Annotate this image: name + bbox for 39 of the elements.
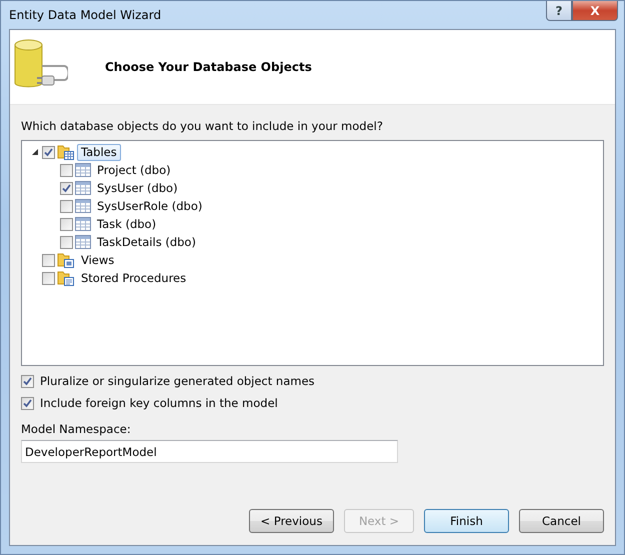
tree-item[interactable]: TaskDetails (dbo) xyxy=(93,234,200,250)
close-button[interactable]: X xyxy=(572,1,618,21)
checkbox[interactable] xyxy=(42,146,55,158)
help-button[interactable]: ? xyxy=(546,1,572,21)
folder-icon xyxy=(57,144,75,160)
checkbox[interactable] xyxy=(21,396,34,410)
wizard-button[interactable]: Cancel xyxy=(519,509,604,533)
table-icon xyxy=(75,217,91,231)
window-title: Entity Data Model Wizard xyxy=(9,8,162,22)
tree-item[interactable]: Views xyxy=(77,252,118,268)
table-icon xyxy=(75,199,91,213)
tree-item[interactable]: SysUserRole (dbo) xyxy=(93,198,206,214)
checkbox[interactable] xyxy=(60,200,73,212)
table-icon xyxy=(75,181,91,195)
checkbox[interactable] xyxy=(42,272,55,284)
table-icon xyxy=(75,163,91,177)
checkbox[interactable] xyxy=(42,254,55,266)
wizard-button[interactable]: < Previous xyxy=(249,509,334,533)
prompt-text: Which database objects do you want to include in your model? xyxy=(21,119,384,133)
tree-item[interactable]: Stored Procedures xyxy=(77,270,190,286)
option-label: Include foreign key columns in the model xyxy=(40,396,278,410)
namespace-field[interactable]: DeveloperReportModel xyxy=(21,440,398,463)
tree-item[interactable]: Task (dbo) xyxy=(93,216,160,232)
folder-icon xyxy=(57,270,75,286)
checkbox[interactable] xyxy=(60,182,73,194)
namespace-label: Model Namespace: xyxy=(21,422,132,436)
page-title: Choose Your Database Objects xyxy=(105,60,312,74)
checkbox[interactable] xyxy=(60,218,73,230)
tree-item[interactable]: Tables xyxy=(77,144,121,160)
tree-item[interactable]: Project (dbo) xyxy=(93,162,175,178)
table-icon xyxy=(75,235,91,249)
expand-arrow-icon[interactable] xyxy=(30,147,40,157)
wizard-button[interactable]: Finish xyxy=(424,509,509,533)
checkbox[interactable] xyxy=(21,374,34,388)
option-label: Pluralize or singularize generated object names xyxy=(40,374,315,388)
checkbox[interactable] xyxy=(60,236,73,248)
tree-item[interactable]: SysUser (dbo) xyxy=(93,180,182,196)
checkbox[interactable] xyxy=(60,164,73,176)
folder-icon xyxy=(57,252,75,268)
